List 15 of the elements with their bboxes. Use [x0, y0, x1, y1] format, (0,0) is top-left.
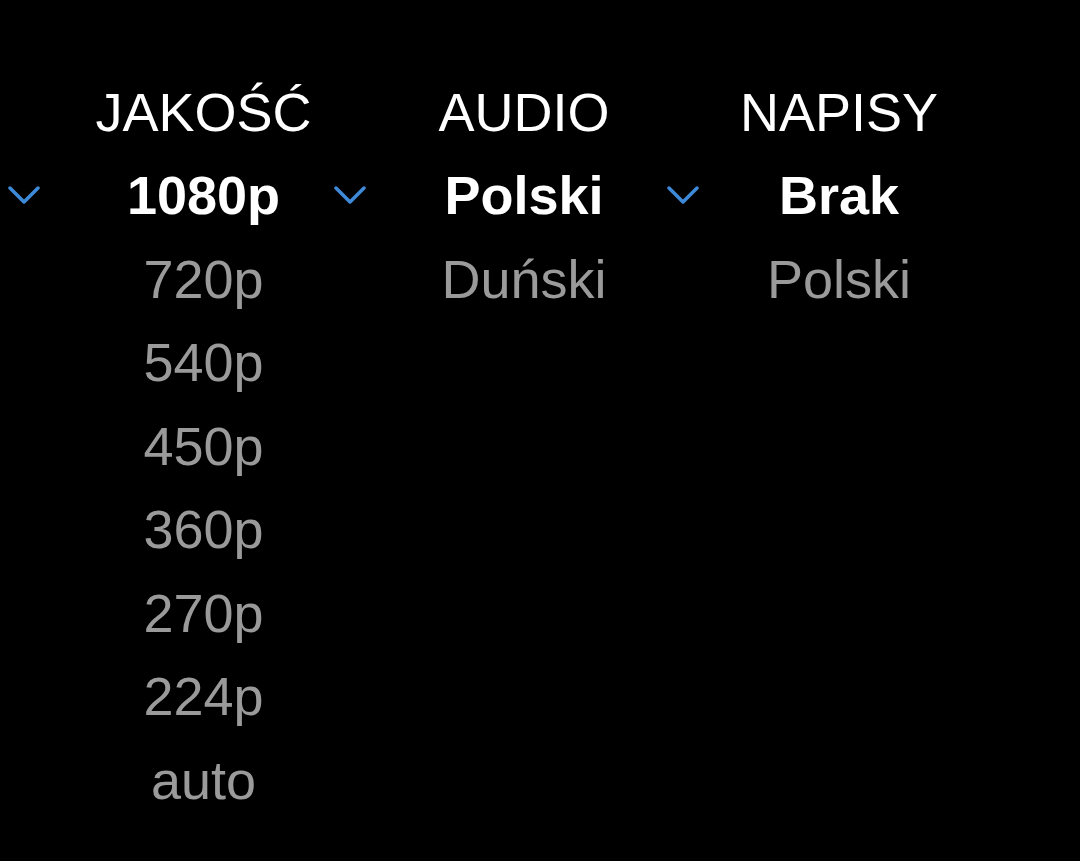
section-title: AUDIO: [438, 80, 610, 143]
menu-option[interactable]: Duński: [441, 247, 607, 310]
menu-option[interactable]: 540p: [143, 331, 264, 394]
menu-option[interactable]: 270p: [143, 581, 264, 644]
menu-option[interactable]: 450p: [143, 414, 264, 477]
section-title: NAPISY: [739, 80, 939, 143]
menu-option[interactable]: Brak: [778, 164, 900, 227]
menu-option[interactable]: 360p: [143, 498, 264, 561]
menu-option[interactable]: 720p: [143, 247, 264, 310]
menu-option[interactable]: 224p: [143, 665, 264, 728]
menu-option[interactable]: Polski: [444, 164, 604, 227]
menu-option[interactable]: Polski: [766, 247, 911, 310]
menu-option[interactable]: 1080p: [126, 164, 281, 227]
section-title: JAKOŚĆ: [95, 80, 312, 143]
menu-option[interactable]: auto: [150, 748, 257, 811]
